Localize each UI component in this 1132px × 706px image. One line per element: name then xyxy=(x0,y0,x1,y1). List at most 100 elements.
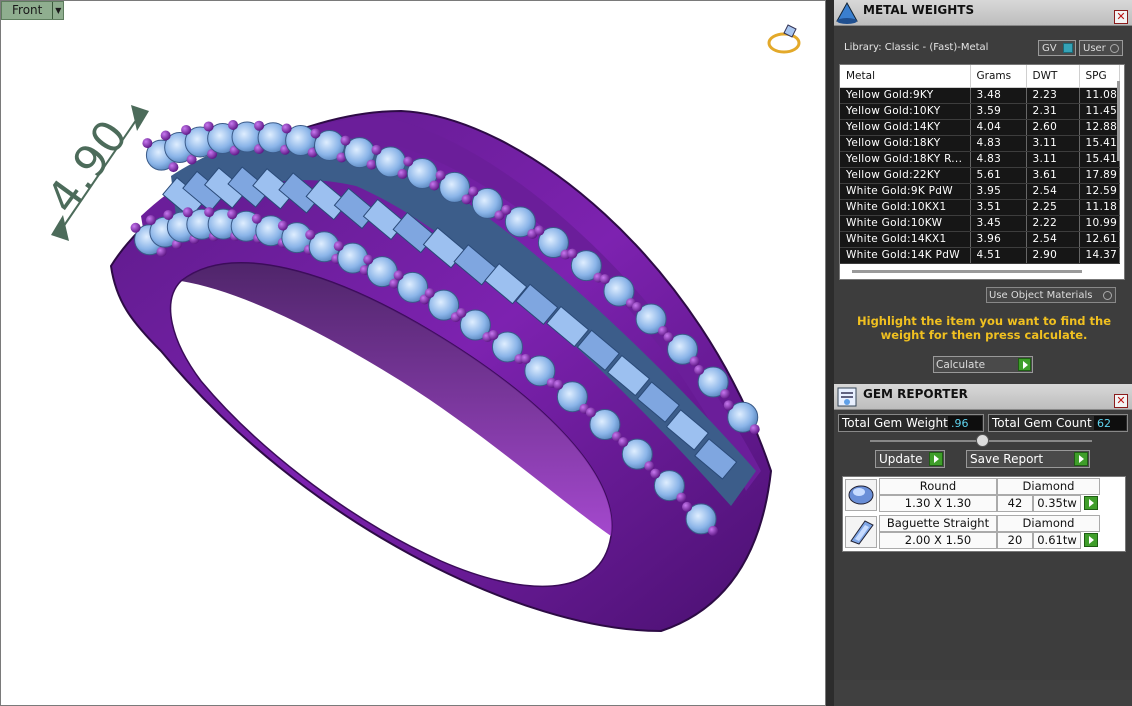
play-icon[interactable] xyxy=(1084,533,1098,547)
grams-cell: 3.96 xyxy=(970,231,1027,248)
total-gem-count-value: 62 xyxy=(1094,416,1126,430)
metal-weights-icon xyxy=(834,0,860,26)
column-header-metal[interactable]: Metal xyxy=(840,65,971,88)
prong xyxy=(371,144,382,155)
prong xyxy=(424,288,435,299)
dwt-cell: 2.22 xyxy=(1026,215,1080,232)
gem-row-baguette[interactable]: Baguette Straight Diamond 2.00 X 1.50 20… xyxy=(843,514,1108,550)
user-label: User xyxy=(1083,42,1106,54)
spg-cell: 12.61 xyxy=(1079,231,1120,248)
table-row[interactable]: White Gold:14K PdW 4.51 2.90 14.37 xyxy=(840,247,1120,264)
prong xyxy=(694,364,705,375)
user-toggle[interactable]: User xyxy=(1079,40,1123,56)
total-gem-weight-label: Total Gem Weight xyxy=(842,416,948,430)
spg-cell: 10.99 xyxy=(1079,215,1120,232)
table-row[interactable]: Yellow Gold:22KY 5.61 3.61 17.89 xyxy=(840,167,1120,184)
prong xyxy=(501,204,512,215)
round-gem-icon xyxy=(845,479,877,511)
gem-row-round[interactable]: Round Diamond 1.30 X 1.30 42 0.35tw xyxy=(843,477,1108,513)
prong xyxy=(204,207,215,218)
play-icon xyxy=(1074,452,1088,466)
prong xyxy=(363,254,374,265)
prong xyxy=(182,207,193,218)
grams-cell: 3.95 xyxy=(970,183,1027,200)
prong xyxy=(429,180,440,191)
gv-label: GV xyxy=(1042,42,1057,54)
table-row[interactable]: Yellow Gold:9KY 3.48 2.23 11.08 xyxy=(840,87,1120,104)
total-gem-weight-value: .96 xyxy=(948,416,982,430)
prong xyxy=(534,225,545,236)
prong xyxy=(281,123,292,134)
prong xyxy=(676,492,687,503)
prong xyxy=(251,213,262,224)
prong xyxy=(632,301,643,312)
prong xyxy=(723,400,734,411)
panel-divider[interactable] xyxy=(826,0,834,706)
3d-viewport[interactable]: Front ▼ 4.90 xyxy=(0,0,826,706)
table-row[interactable]: Yellow Gold:18KY 4.83 3.11 15.41 xyxy=(840,135,1120,152)
dwt-cell: 2.31 xyxy=(1026,103,1080,120)
table-row[interactable]: Yellow Gold:18KY R... 4.83 3.11 15.41 xyxy=(840,151,1120,168)
column-header-spg[interactable]: SPG xyxy=(1079,65,1120,88)
gem-weight: 0.35tw xyxy=(1033,495,1081,512)
calculate-button[interactable]: Calculate xyxy=(933,356,1033,373)
close-icon[interactable]: ✕ xyxy=(1114,394,1128,408)
ring-thumbnail-icon[interactable] xyxy=(766,19,806,59)
gem-size: 2.00 X 1.50 xyxy=(879,532,997,549)
grams-cell: 3.45 xyxy=(970,215,1027,232)
play-icon xyxy=(929,452,943,466)
metal-cell: White Gold:14KX1 xyxy=(840,231,971,248)
metal-weights-header: METAL WEIGHTS ✕ xyxy=(834,0,1132,26)
table-row[interactable]: White Gold:10KX1 3.51 2.25 11.18 xyxy=(840,199,1120,216)
prong xyxy=(227,209,238,220)
dwt-cell: 2.54 xyxy=(1026,231,1080,248)
prong xyxy=(142,138,153,149)
spg-cell: 12.88 xyxy=(1079,119,1120,136)
prong xyxy=(130,222,141,233)
use-object-materials-toggle[interactable]: Use Object Materials xyxy=(986,287,1116,303)
table-row[interactable]: Yellow Gold:10KY 3.59 2.31 11.45 xyxy=(840,103,1120,120)
grams-cell: 4.04 xyxy=(970,119,1027,136)
save-report-button[interactable]: Save Report xyxy=(966,450,1090,468)
metal-cell: Yellow Gold:22KY xyxy=(840,167,971,184)
spg-cell: 11.18 xyxy=(1079,199,1120,216)
prong xyxy=(228,120,239,131)
vertical-scrollbar[interactable] xyxy=(1117,81,1120,161)
column-header-grams[interactable]: Grams xyxy=(970,65,1027,88)
prong xyxy=(310,128,321,139)
table-row[interactable]: White Gold:9K PdW 3.95 2.54 12.59 xyxy=(840,183,1120,200)
horizontal-scrollbar[interactable] xyxy=(852,270,1082,273)
table-header-row: Metal Grams DWT SPG xyxy=(840,65,1120,88)
slider-handle[interactable] xyxy=(976,434,989,447)
spg-cell: 17.89 xyxy=(1079,167,1120,184)
prong xyxy=(393,270,404,281)
prong xyxy=(599,274,610,285)
gem-count: 20 xyxy=(997,532,1033,549)
spg-cell: 15.41 xyxy=(1079,135,1120,152)
update-button[interactable]: Update xyxy=(875,450,945,468)
gem-list: Round Diamond 1.30 X 1.30 42 0.35tw Bagu… xyxy=(842,476,1126,552)
dwt-cell: 2.60 xyxy=(1026,119,1080,136)
prong xyxy=(682,501,693,512)
baguette-gem-icon xyxy=(845,516,877,548)
close-icon[interactable]: ✕ xyxy=(1114,10,1128,24)
grams-cell: 4.83 xyxy=(970,135,1027,152)
gem-material: Diamond xyxy=(997,478,1100,495)
column-header-dwt[interactable]: DWT xyxy=(1026,65,1080,88)
radio-icon xyxy=(1110,44,1119,53)
gv-toggle[interactable]: GV xyxy=(1038,40,1076,56)
grams-cell: 4.83 xyxy=(970,151,1027,168)
gem-weight: 0.61tw xyxy=(1033,532,1081,549)
grams-cell: 3.51 xyxy=(970,199,1027,216)
prong xyxy=(168,162,179,173)
metal-weights-table[interactable]: Metal Grams DWT SPG Yellow Gold:9KY 3.48 2… xyxy=(839,64,1125,280)
table-row[interactable]: White Gold:14KX1 3.96 2.54 12.61 xyxy=(840,231,1120,248)
table-row[interactable]: Yellow Gold:14KY 4.04 2.60 12.88 xyxy=(840,119,1120,136)
prong xyxy=(663,332,674,343)
table-row[interactable]: White Gold:10KW 3.45 2.22 10.99 xyxy=(840,215,1120,232)
ring-model[interactable] xyxy=(1,1,826,706)
play-icon[interactable] xyxy=(1084,496,1098,510)
gem-reporter-icon xyxy=(834,384,860,410)
metal-cell: White Gold:9K PdW xyxy=(840,183,971,200)
metal-cell: White Gold:10KW xyxy=(840,215,971,232)
